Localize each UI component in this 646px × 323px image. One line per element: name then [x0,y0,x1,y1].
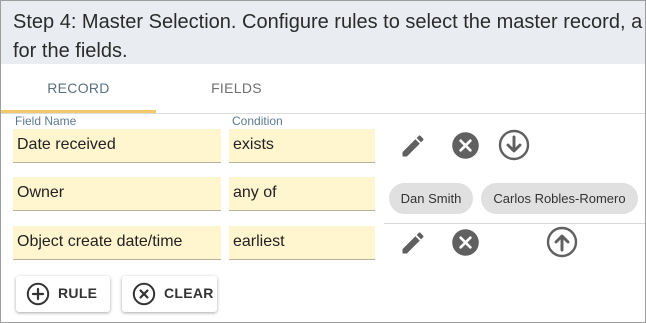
rule-2-condition[interactable]: any of [229,177,375,211]
edit-icon[interactable] [399,229,427,257]
step-header: Step 4: Master Selection. Configure rule… [1,1,645,64]
remove-icon[interactable] [451,131,480,160]
rule-1-field-value: Date received [17,136,116,153]
master-selection-panel: Step 4: Master Selection. Configure rule… [0,0,646,323]
rule-3-condition-value: earliest [233,233,285,250]
clear-circle-icon [132,282,156,306]
rule-2-condition-value: any of [233,184,277,201]
clear-label: CLEAR [164,285,214,301]
add-rule-label: RULE [58,285,98,301]
rule-3-condition[interactable]: earliest [229,226,375,260]
clear-button[interactable]: CLEAR [122,276,217,312]
add-rule-button[interactable]: RULE [16,276,110,312]
field-name-column-label: Field Name [15,114,77,128]
value-chip-carlos-robles-romero[interactable]: Carlos Robles-Romero [481,183,638,214]
remove-icon[interactable] [451,228,480,257]
tab-fields[interactable]: FIELDS [159,64,314,113]
condition-column-label: Condition [232,114,283,128]
tab-bar: RECORD FIELDS [1,64,645,114]
rule-3-field-value: Object create date/time [17,233,183,250]
rule-1-condition-value: exists [233,136,274,153]
value-chip-dan-smith[interactable]: Dan Smith [389,183,473,214]
rule-1-condition[interactable]: exists [229,129,375,163]
add-circle-icon [26,282,50,306]
edit-icon[interactable] [399,132,427,160]
row-divider [384,223,645,224]
rule-2-field-value: Owner [17,184,65,201]
rule-2-field[interactable]: Owner [13,177,221,211]
move-down-icon[interactable] [498,129,530,161]
rule-1-field[interactable]: Date received [13,129,221,163]
rule-3-field[interactable]: Object create date/time [13,226,221,260]
active-tab-indicator [1,110,156,113]
tab-record[interactable]: RECORD [1,64,156,113]
step-instructions: Step 4: Master Selection. Configure rule… [13,11,643,62]
move-up-icon[interactable] [546,226,578,258]
